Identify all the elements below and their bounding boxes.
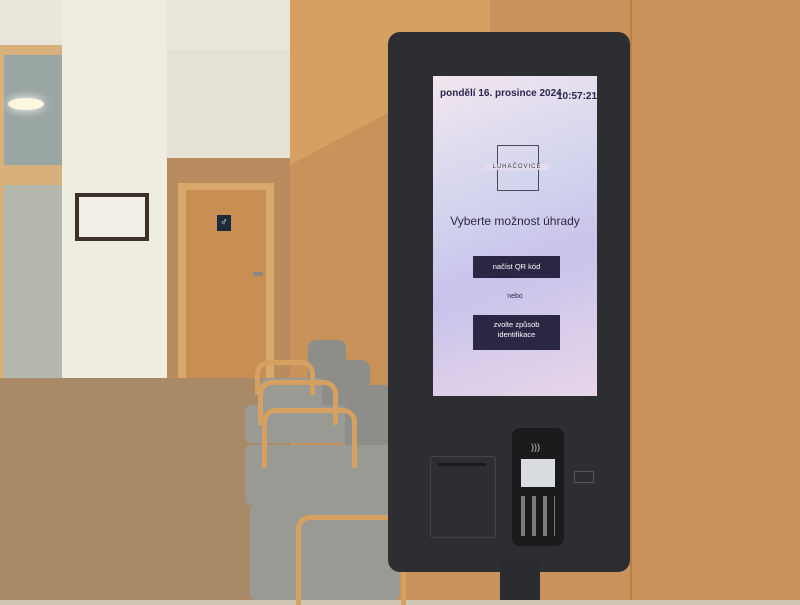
ceiling-light <box>8 98 44 110</box>
terminal-keypad[interactable] <box>521 496 555 536</box>
door-handle <box>253 272 263 276</box>
terminal-display <box>521 459 555 487</box>
screen-date: pondělí 16. prosince 2024 <box>440 88 562 99</box>
restroom-sign-icon: ♂ <box>217 215 231 231</box>
identification-button-line2: identifikace <box>497 330 536 339</box>
identification-button-line1: zvolte způsob <box>493 320 540 329</box>
scan-qr-button[interactable]: načíst QR kód <box>473 256 560 278</box>
or-label: nebo <box>507 293 523 300</box>
contactless-icon: ))) <box>531 442 540 452</box>
wood-panel-seam <box>630 0 632 600</box>
payment-heading: Vyberte možnost úhrady <box>450 214 580 228</box>
screen-time: 10:57:21 <box>557 91 598 102</box>
kiosk-stand <box>500 560 540 600</box>
notice-paper <box>79 197 145 237</box>
glass-door-upper-pane <box>4 55 64 165</box>
logo-text: LUHAČOVICE <box>485 164 549 170</box>
chair-armrest <box>262 408 357 468</box>
back-wall <box>150 50 310 160</box>
glass-door-lower-pane <box>4 185 64 380</box>
choose-identification-button[interactable]: zvolte způsob identifikace <box>473 315 560 350</box>
card-slot <box>574 471 594 483</box>
receipt-printer <box>430 456 496 538</box>
receipt-slot <box>438 463 486 466</box>
